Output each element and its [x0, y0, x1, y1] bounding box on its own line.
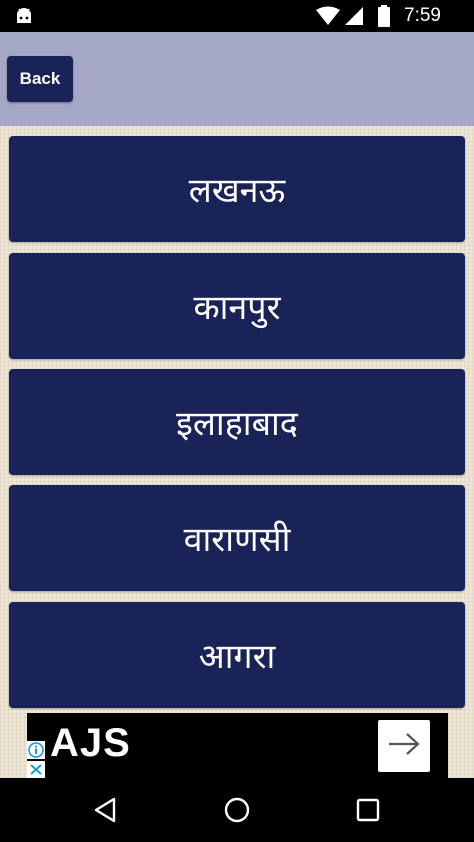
- city-list-area[interactable]: लखनऊ कानपुर इलाहाबाद वाराणसी आगरा: [0, 126, 474, 710]
- city-button-lucknow[interactable]: लखनऊ: [9, 136, 465, 242]
- info-icon[interactable]: [27, 741, 45, 763]
- app-header: Back: [0, 32, 474, 126]
- city-button-agra[interactable]: आगरा: [9, 602, 465, 708]
- city-button-kanpur[interactable]: कानपुर: [9, 253, 465, 359]
- city-button-allahabad[interactable]: इलाहाबाद: [9, 369, 465, 475]
- home-circle-icon[interactable]: [223, 796, 251, 828]
- ad-title: AJS: [50, 721, 131, 765]
- status-bar: 7:59: [0, 0, 474, 32]
- arrow-right-icon: [387, 732, 421, 760]
- wifi-icon: [316, 6, 340, 30]
- ad-arrow-button[interactable]: [378, 720, 430, 772]
- battery-icon: [378, 5, 390, 31]
- ad-strip: AJS: [0, 710, 474, 778]
- status-clock: 7:59: [404, 5, 441, 26]
- signal-icon: [344, 6, 364, 30]
- back-triangle-icon[interactable]: [92, 796, 118, 828]
- recents-square-icon[interactable]: [356, 798, 380, 826]
- ad-banner[interactable]: AJS: [27, 713, 448, 778]
- back-button[interactable]: Back: [7, 56, 73, 102]
- city-button-varanasi[interactable]: वाराणसी: [9, 485, 465, 591]
- navigation-bar: [0, 778, 474, 842]
- android-icon: [14, 6, 34, 28]
